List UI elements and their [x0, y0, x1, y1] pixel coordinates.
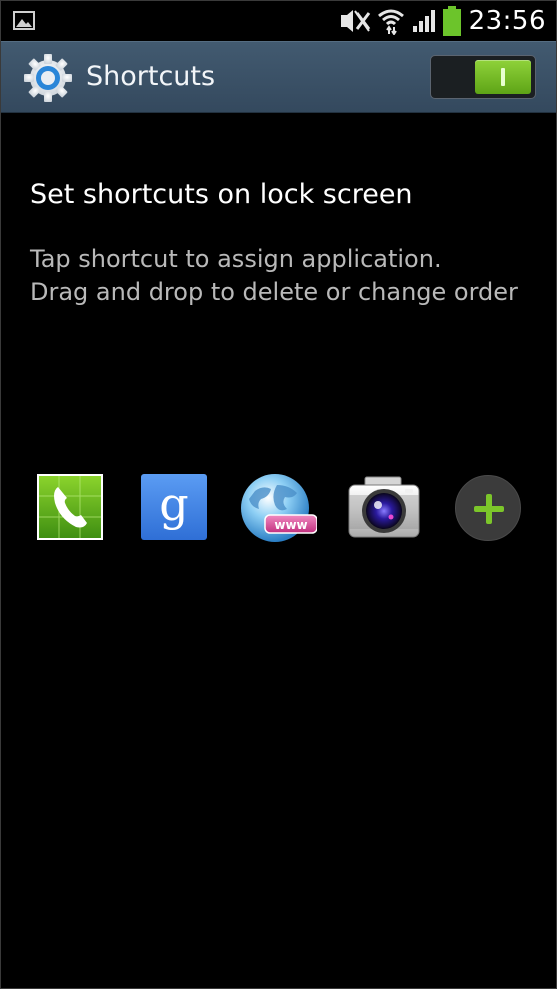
svg-text:www: www — [274, 518, 307, 532]
battery-icon — [442, 6, 461, 36]
camera-icon — [348, 476, 420, 538]
globe-www-icon: www — [241, 474, 318, 542]
toggle-knob[interactable] — [475, 60, 531, 94]
signal-icon — [412, 10, 435, 32]
google-icon: g — [141, 474, 207, 540]
shortcuts-toggle[interactable] — [430, 55, 536, 99]
shortcut-internet[interactable]: www — [241, 473, 318, 542]
shortcut-camera[interactable] — [347, 475, 420, 543]
action-bar: Shortcuts — [1, 41, 556, 113]
svg-text:g: g — [159, 477, 188, 531]
mute-icon — [340, 10, 370, 32]
instruction-line-1: Tap shortcut to assign application. — [30, 245, 442, 273]
page-title: Shortcuts — [86, 61, 216, 92]
clock: 23:56 — [468, 6, 546, 36]
picture-icon — [13, 11, 35, 30]
status-bar: 23:56 — [1, 1, 556, 41]
shortcut-google[interactable]: g — [140, 473, 208, 541]
instruction-line-2: Drag and drop to delete or change order — [30, 278, 518, 306]
settings-gear-icon — [24, 54, 72, 102]
status-icons: 23:56 — [333, 1, 546, 41]
plus-icon — [455, 475, 521, 541]
add-shortcut-button[interactable] — [455, 475, 523, 543]
section-heading: Set shortcuts on lock screen — [30, 179, 413, 210]
shortcut-phone[interactable] — [36, 473, 104, 541]
wifi-icon — [377, 9, 404, 35]
phone-icon — [37, 474, 103, 540]
screen: 23:56 Shortcuts Set shortcuts on lock sc… — [0, 0, 557, 989]
